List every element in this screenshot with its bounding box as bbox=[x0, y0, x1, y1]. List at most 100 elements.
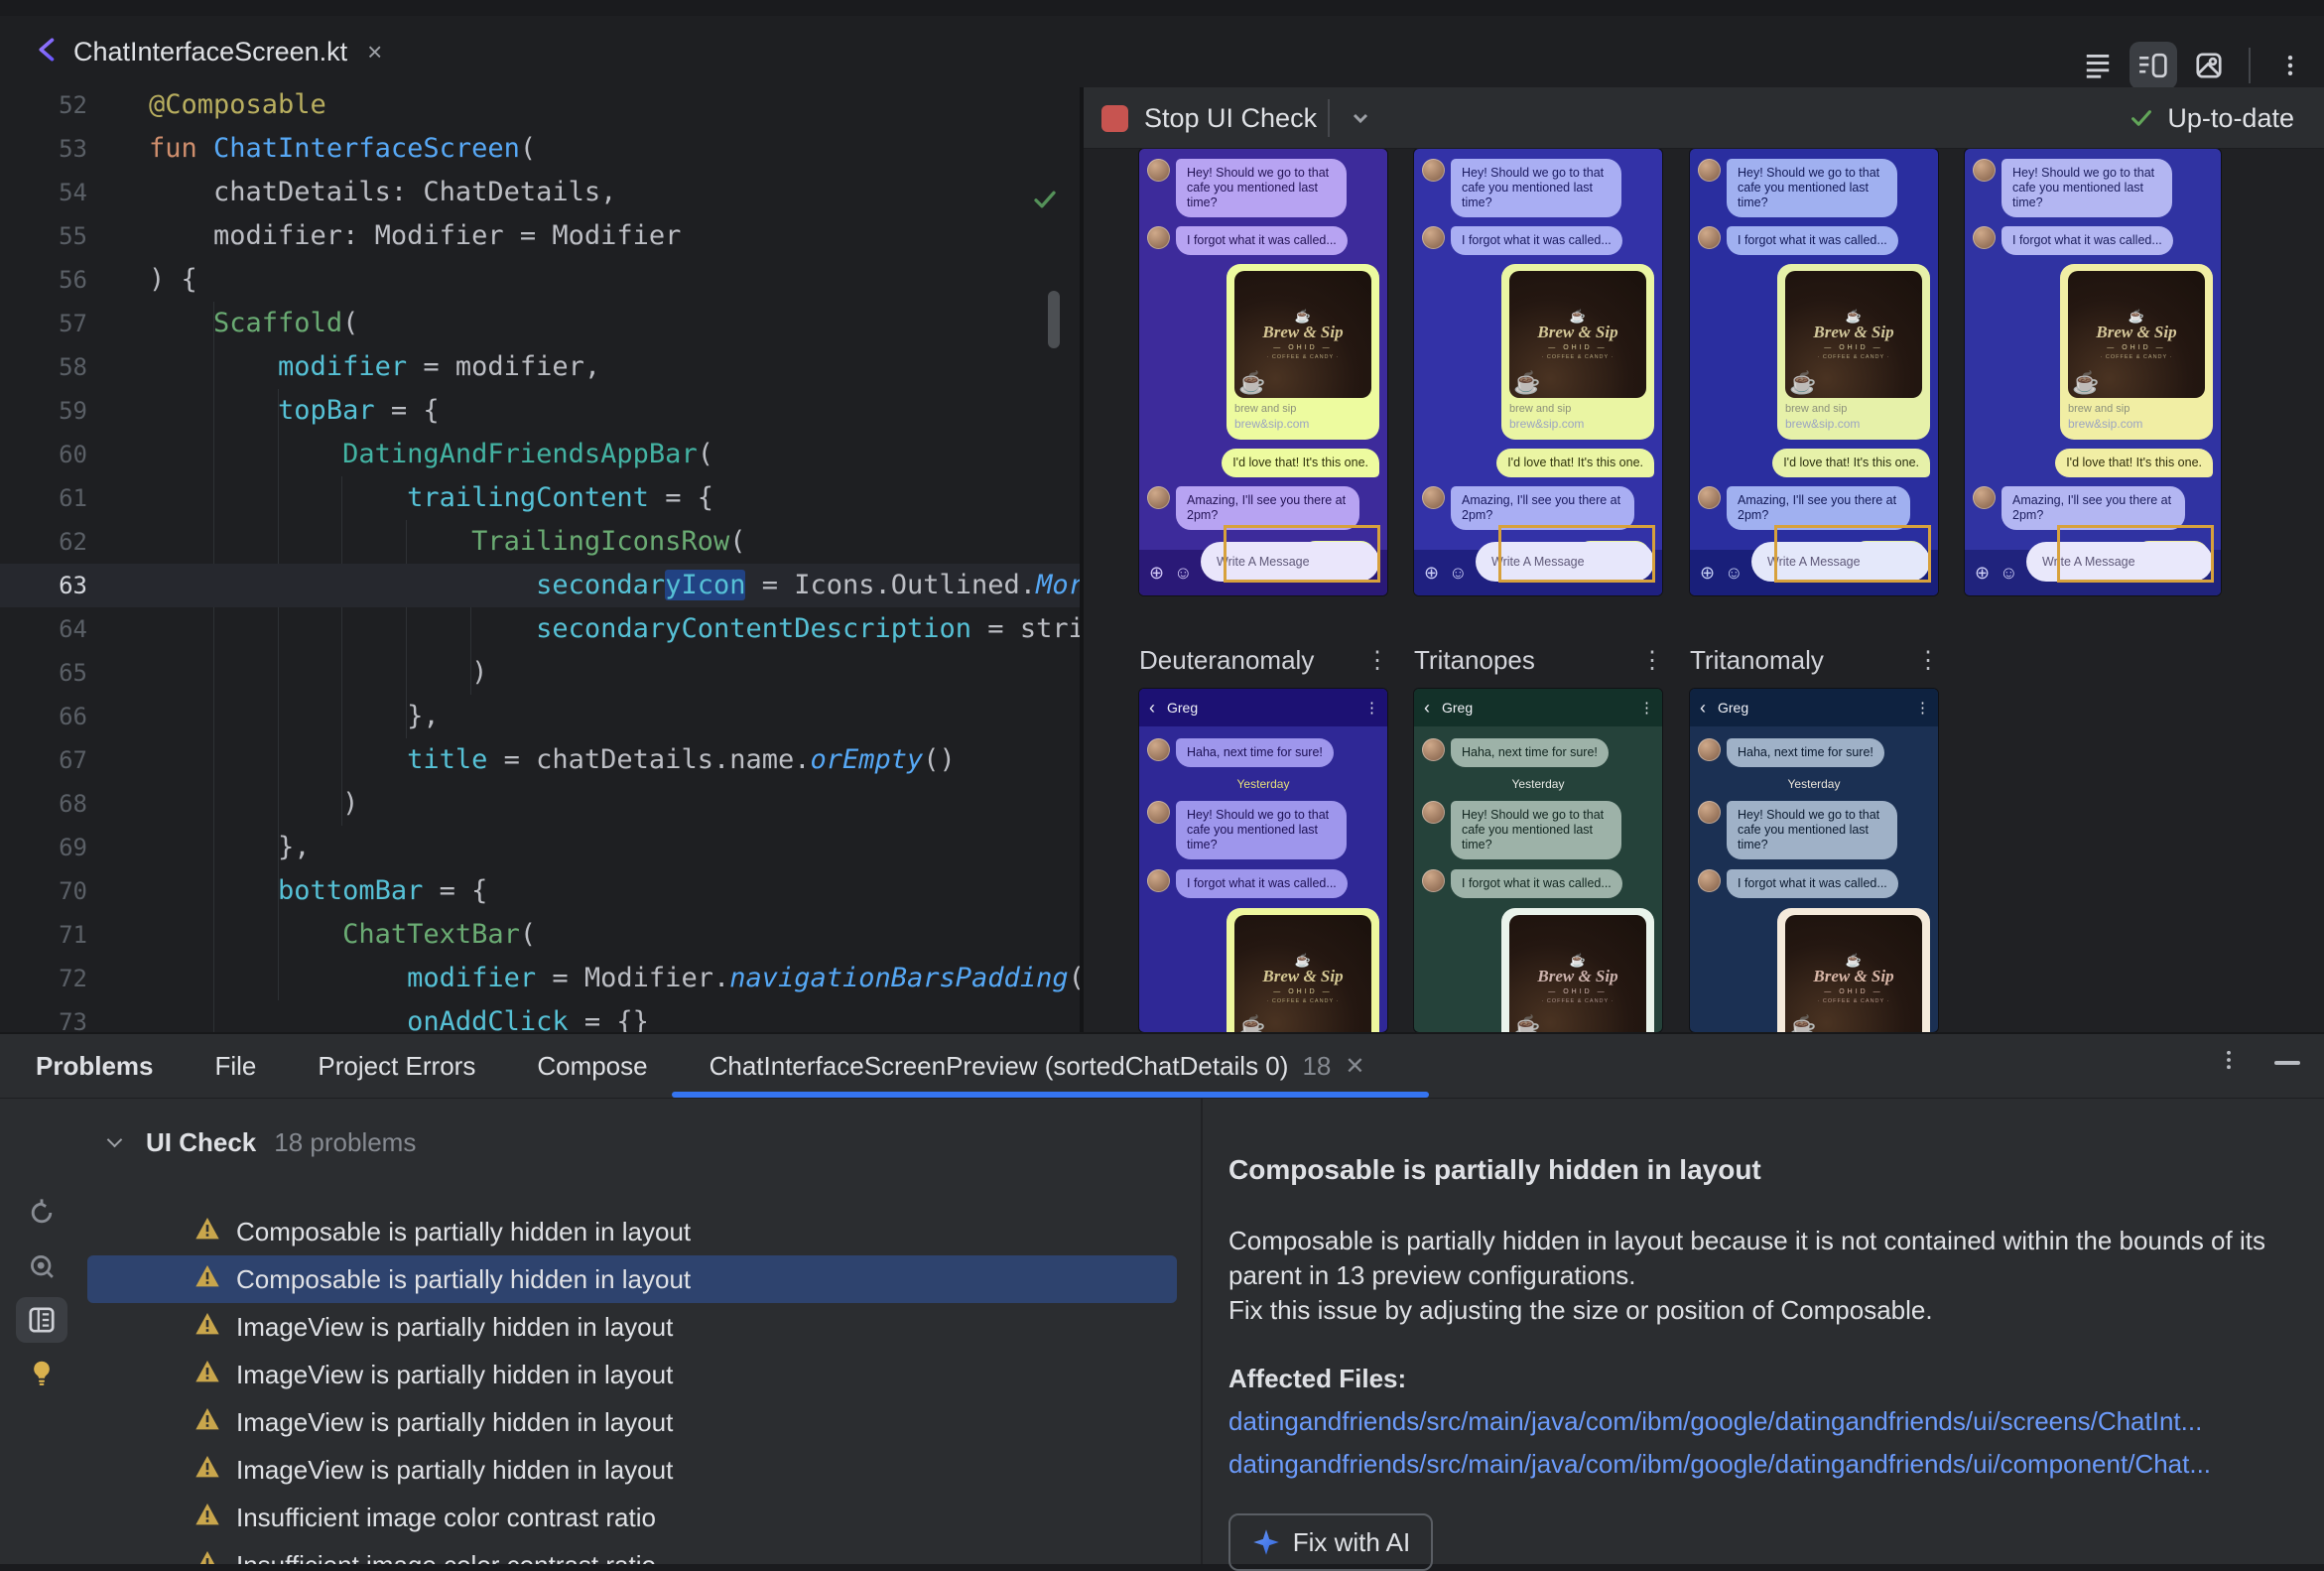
problem-item[interactable]: ImageView is partially hidden in layout bbox=[87, 1303, 1177, 1351]
link-preview-card[interactable]: ☕Brew & Sip— OHID —· COFFEE & CANDY ·☕br… bbox=[1501, 264, 1654, 440]
code-line[interactable]: 59 topBar = { bbox=[0, 389, 1080, 433]
code-line[interactable]: 69 }, bbox=[0, 826, 1080, 869]
preview-variant-label: Tritanomaly⋮ bbox=[1690, 633, 1938, 687]
code-line[interactable]: 70 bottomBar = { bbox=[0, 869, 1080, 913]
chat-message-row: Amazing, I'll see you there at 2pm? bbox=[1147, 486, 1379, 530]
code-line[interactable]: 56) { bbox=[0, 258, 1080, 302]
code-line[interactable]: 57 Scaffold( bbox=[0, 302, 1080, 345]
emoji-icon[interactable]: ☺ bbox=[1725, 563, 1743, 584]
design-view-button[interactable] bbox=[2185, 42, 2233, 89]
problem-item[interactable]: Composable is partially hidden in layout bbox=[87, 1208, 1177, 1255]
chat-message-row: Hey! Should we go to that cafe you menti… bbox=[1973, 159, 2213, 217]
tab-project-errors[interactable]: Project Errors bbox=[318, 1051, 475, 1082]
problem-item[interactable]: Composable is partially hidden in layout bbox=[87, 1255, 1177, 1303]
problem-item[interactable]: Insufficient image color contrast ratio bbox=[87, 1494, 1177, 1541]
stop-ui-check-button[interactable]: Stop UI Check bbox=[1101, 87, 1317, 149]
code-text: secondaryIcon = Icons.Outlined.More bbox=[149, 564, 1080, 607]
panel-options-icon[interactable] bbox=[2217, 1048, 2241, 1077]
warning-icon bbox=[194, 1502, 220, 1534]
code-line[interactable]: 67 title = chatDetails.name.orEmpty() bbox=[0, 738, 1080, 782]
affected-file-link[interactable]: datingandfriends/src/main/java/com/ibm/g… bbox=[1228, 1449, 2324, 1480]
link-preview-card[interactable]: ☕Brew & Sip— OHID —· COFFEE & CANDY ·☕br… bbox=[1777, 908, 1930, 1032]
tab-chatinterfacescreenpreview-sortedchatdetails-0-[interactable]: ChatInterfaceScreenPreview (sortedChatDe… bbox=[710, 1051, 1365, 1082]
preview-phone-thumbnail[interactable]: ‹Greg⋮Haha, next time for sure!Yesterday… bbox=[1414, 689, 1662, 1032]
code-token: More bbox=[1036, 570, 1080, 600]
code-line[interactable]: 61 trailingContent = { bbox=[0, 476, 1080, 520]
avatar bbox=[1698, 738, 1721, 761]
variant-menu-icon[interactable]: ⋮ bbox=[1365, 646, 1389, 675]
more-options-icon[interactable] bbox=[2266, 42, 2314, 89]
code-line[interactable]: 73 onAddClick = {} bbox=[0, 1000, 1080, 1032]
code-editor[interactable]: 52@Composable53fun ChatInterfaceScreen(5… bbox=[0, 87, 1080, 1032]
tab-compose[interactable]: Compose bbox=[537, 1051, 647, 1082]
minimize-panel-icon[interactable] bbox=[2274, 1061, 2300, 1065]
problems-inspect-icon[interactable] bbox=[16, 1244, 67, 1289]
link-preview-card[interactable]: ☕Brew & Sip— OHID —· COFFEE & CANDY ·☕br… bbox=[1777, 264, 1930, 440]
code-token: title bbox=[407, 744, 487, 775]
code-line[interactable]: 66 }, bbox=[0, 695, 1080, 738]
link-preview-card[interactable]: ☕Brew & Sip— OHID —· COFFEE & CANDY ·☕br… bbox=[1227, 264, 1379, 440]
affected-file-link[interactable]: datingandfriends/src/main/java/com/ibm/g… bbox=[1228, 1406, 2324, 1437]
code-line[interactable]: 60 DatingAndFriendsAppBar( bbox=[0, 433, 1080, 476]
code-line[interactable]: 72 modifier = Modifier.navigationBarsPad… bbox=[0, 957, 1080, 1000]
add-icon[interactable]: ⊕ bbox=[1149, 563, 1164, 584]
preview-phone-thumbnail[interactable]: ‹Greg⋮Haha, next time for sure!Yesterday… bbox=[1139, 689, 1387, 1032]
variant-menu-icon[interactable]: ⋮ bbox=[1640, 646, 1664, 675]
details-view-icon[interactable] bbox=[16, 1297, 67, 1343]
inspections-ok-icon[interactable] bbox=[1030, 185, 1060, 219]
problem-item[interactable]: ImageView is partially hidden in layout bbox=[87, 1446, 1177, 1494]
code-line[interactable]: 62 TrailingIconsRow( bbox=[0, 520, 1080, 564]
back-icon[interactable]: ‹ bbox=[1149, 698, 1155, 719]
code-line[interactable]: 64 secondaryContentDescription = strin bbox=[0, 607, 1080, 651]
tab-problems[interactable]: Problems bbox=[36, 1051, 154, 1082]
collapse-group-icon[interactable] bbox=[107, 1131, 123, 1147]
link-preview-card[interactable]: ☕Brew & Sip— OHID —· COFFEE & CANDY ·☕br… bbox=[1227, 908, 1379, 1032]
code-line[interactable]: 55 modifier: Modifier = Modifier bbox=[0, 214, 1080, 258]
editor-scrollbar-thumb[interactable] bbox=[1048, 291, 1060, 348]
code-line[interactable]: 68 ) bbox=[0, 782, 1080, 826]
code-line[interactable]: 71 ChatTextBar( bbox=[0, 913, 1080, 957]
chat-menu-icon[interactable]: ⋮ bbox=[1915, 699, 1930, 717]
file-tab[interactable]: ChatInterfaceScreen.kt × bbox=[10, 16, 402, 87]
emoji-icon[interactable]: ☺ bbox=[2000, 563, 2017, 584]
emoji-icon[interactable]: ☺ bbox=[1449, 563, 1467, 584]
back-icon[interactable]: ‹ bbox=[1424, 698, 1430, 719]
problem-item[interactable]: ImageView is partially hidden in layout bbox=[87, 1398, 1177, 1446]
close-tab-icon[interactable]: ✕ bbox=[1345, 1052, 1364, 1081]
close-tab-icon[interactable]: × bbox=[367, 37, 382, 67]
code-line[interactable]: 58 modifier = modifier, bbox=[0, 345, 1080, 389]
add-icon[interactable]: ⊕ bbox=[1975, 563, 1990, 584]
code-line[interactable]: 65 ) bbox=[0, 651, 1080, 695]
back-icon[interactable]: ‹ bbox=[1700, 698, 1706, 719]
code-line[interactable]: 54 chatDetails: ChatDetails, bbox=[0, 171, 1080, 214]
group-label[interactable]: UI Check bbox=[146, 1127, 256, 1158]
refresh-icon[interactable] bbox=[16, 1190, 67, 1236]
fix-with-ai-button[interactable]: Fix with AI bbox=[1228, 1513, 1433, 1571]
chevron-down-icon[interactable] bbox=[1346, 103, 1375, 138]
preview-canvas[interactable]: Hey! Should we go to that cafe you menti… bbox=[1084, 149, 2324, 1032]
chat-menu-icon[interactable]: ⋮ bbox=[1639, 699, 1654, 717]
emoji-icon[interactable]: ☺ bbox=[1174, 563, 1192, 584]
problem-item[interactable]: ImageView is partially hidden in layout bbox=[87, 1351, 1177, 1398]
preview-phone-thumbnail[interactable]: Hey! Should we go to that cafe you menti… bbox=[1414, 149, 1662, 595]
link-preview-card[interactable]: ☕Brew & Sip— OHID —· COFFEE & CANDY ·☕br… bbox=[1501, 908, 1654, 1032]
add-icon[interactable]: ⊕ bbox=[1424, 563, 1439, 584]
quick-fix-bulb-icon[interactable] bbox=[16, 1351, 67, 1396]
add-icon[interactable]: ⊕ bbox=[1700, 563, 1715, 584]
code-line[interactable]: 63 secondaryIcon = Icons.Outlined.More bbox=[0, 564, 1080, 607]
preview-phone-thumbnail[interactable]: Hey! Should we go to that cafe you menti… bbox=[1139, 149, 1387, 595]
chat-menu-icon[interactable]: ⋮ bbox=[1364, 699, 1379, 717]
link-preview-card[interactable]: ☕Brew & Sip— OHID —· COFFEE & CANDY ·☕br… bbox=[2060, 264, 2213, 440]
code-view-button[interactable] bbox=[2074, 42, 2122, 89]
preview-phone-thumbnail[interactable]: Hey! Should we go to that cafe you menti… bbox=[1965, 149, 2221, 595]
problem-title: Composable is partially hidden in layout bbox=[1228, 1154, 2324, 1186]
tab-file[interactable]: File bbox=[215, 1051, 257, 1082]
code-line[interactable]: 52@Composable bbox=[0, 87, 1080, 127]
split-view-button[interactable] bbox=[2130, 42, 2177, 89]
problem-item[interactable]: Insufficient image color contrast ratio bbox=[87, 1541, 1177, 1564]
warning-icon bbox=[194, 1311, 220, 1344]
code-line[interactable]: 53fun ChatInterfaceScreen( bbox=[0, 127, 1080, 171]
preview-phone-thumbnail[interactable]: Hey! Should we go to that cafe you menti… bbox=[1690, 149, 1938, 595]
variant-menu-icon[interactable]: ⋮ bbox=[1916, 646, 1940, 675]
preview-phone-thumbnail[interactable]: ‹Greg⋮Haha, next time for sure!Yesterday… bbox=[1690, 689, 1938, 1032]
